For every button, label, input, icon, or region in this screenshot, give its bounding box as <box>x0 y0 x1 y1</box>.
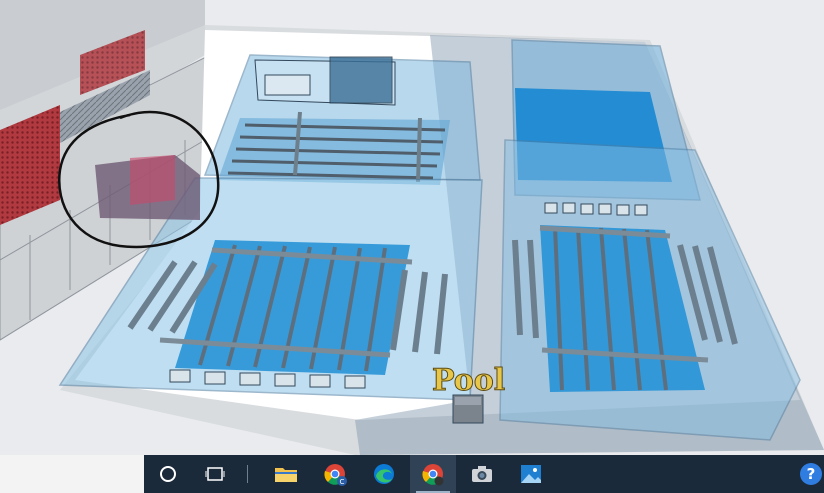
cortana-button[interactable] <box>145 455 191 493</box>
camera-button[interactable] <box>459 455 505 493</box>
camera-icon <box>472 466 492 482</box>
3d-design-viewport[interactable]: Pool <box>0 0 824 455</box>
edge-icon <box>374 464 394 484</box>
chrome-profile-button[interactable]: C <box>312 455 358 493</box>
scene-canvas: Pool <box>0 0 824 455</box>
svg-text:C: C <box>340 478 345 486</box>
pool-sign-text: Pool <box>432 363 505 398</box>
photos-button[interactable] <box>508 455 554 493</box>
task-view-icon <box>205 467 225 481</box>
task-view-button[interactable] <box>192 455 238 493</box>
chrome-button[interactable] <box>410 455 456 493</box>
folder-icon <box>275 468 297 482</box>
circle-icon <box>160 466 176 482</box>
chrome-icon <box>422 464 444 486</box>
taskbar-search-box[interactable] <box>0 455 144 493</box>
taskbar-separator <box>247 465 248 483</box>
help-button[interactable]: ? <box>800 463 822 485</box>
windows-taskbar: C ? <box>0 455 824 493</box>
chrome-icon: C <box>324 464 347 486</box>
file-explorer-button[interactable] <box>263 455 309 493</box>
edge-button[interactable] <box>361 455 407 493</box>
selected-box[interactable] <box>95 155 200 220</box>
rear-left-pool <box>203 54 481 185</box>
photos-icon <box>521 465 541 483</box>
